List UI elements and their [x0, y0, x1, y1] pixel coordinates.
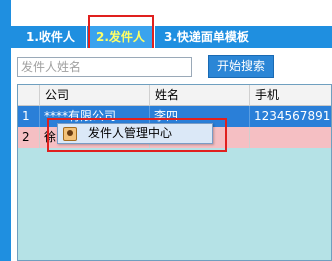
tab-recipient[interactable]: 1.收件人 [20, 26, 84, 48]
tab-sender[interactable]: 2.发件人 [90, 26, 152, 48]
column-header-phone[interactable]: 手机 [250, 85, 331, 106]
sender-name-search-input[interactable] [17, 57, 192, 77]
left-side-bar [0, 0, 11, 261]
start-search-button[interactable]: 开始搜索 [208, 55, 274, 78]
person-card-icon [63, 127, 77, 141]
app-window: 1.收件人 2.发件人 3.快递面单模板 开始搜索 公司 姓名 手机 1 ***… [0, 0, 332, 261]
tab-separator [86, 26, 87, 48]
column-header-company[interactable]: 公司 [40, 85, 150, 106]
tab-waybill-template[interactable]: 3.快递面单模板 [158, 26, 266, 48]
context-menu: 发件人管理中心 [57, 123, 213, 144]
phone-cell [250, 127, 331, 148]
grid-header: 公司 姓名 手机 [18, 85, 331, 106]
tab-separator [154, 26, 155, 48]
phone-cell: 12345678912 [250, 106, 331, 127]
row-number: 2 [18, 127, 40, 148]
sender-grid[interactable]: 公司 姓名 手机 1 ****有限公司 李四 12345678912 2 徐 [17, 84, 332, 261]
sender-management-center-menu-item[interactable]: 发件人管理中心 [88, 124, 172, 143]
row-number: 1 [18, 106, 40, 127]
column-header-name[interactable]: 姓名 [150, 85, 250, 106]
row-number-header [18, 85, 40, 106]
